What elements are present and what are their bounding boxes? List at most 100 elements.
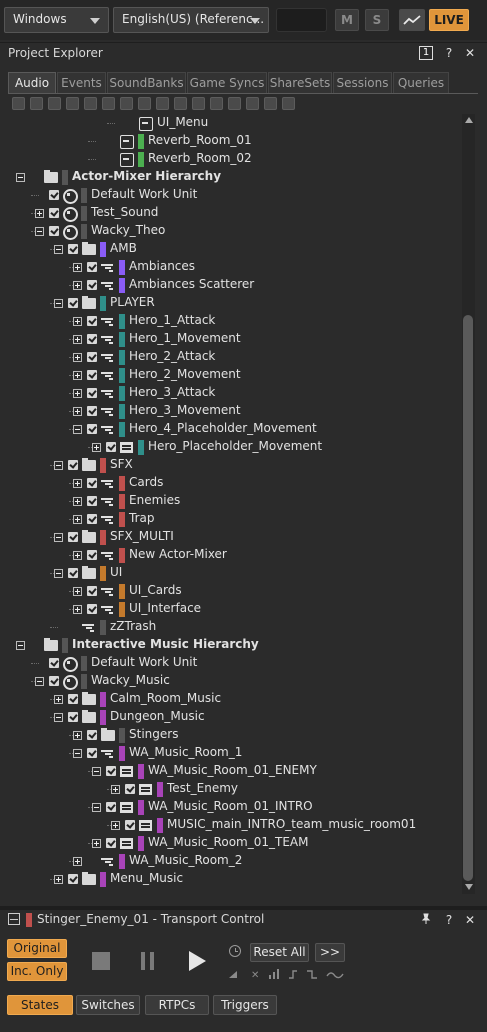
scroll-down-arrow-icon[interactable] [465,884,473,890]
include-checkbox[interactable] [87,496,97,506]
tree-item[interactable]: AMB [8,240,460,258]
expand-icon[interactable] [73,371,82,380]
include-checkbox[interactable] [87,478,97,488]
object-type-filter-icon[interactable] [192,97,205,110]
tree-item[interactable]: Hero_2_Movement [8,366,460,384]
tree-item[interactable]: Actor-Mixer Hierarchy [8,168,460,186]
expand-icon[interactable] [54,695,63,704]
object-type-filter-icon[interactable] [102,97,115,110]
include-checkbox[interactable] [87,748,97,758]
object-type-filter-icon[interactable] [66,97,79,110]
tab-switches[interactable]: Switches [76,995,140,1015]
include-checkbox[interactable] [68,298,78,308]
collapse-icon[interactable] [73,749,82,758]
tab-audio[interactable]: Audio [8,72,56,93]
tab-sessions[interactable]: Sessions [333,72,392,93]
include-checkbox[interactable] [68,460,78,470]
remote-connection-field[interactable] [276,8,327,32]
expand-icon[interactable] [73,353,82,362]
tab-game-syncs[interactable]: Game Syncs [187,72,267,93]
tree-item[interactable]: Hero_3_Attack [8,384,460,402]
include-checkbox[interactable] [87,352,97,362]
include-checkbox[interactable] [49,226,59,236]
tree-item[interactable]: SFX [8,456,460,474]
include-checkbox[interactable] [49,208,59,218]
tree-item[interactable]: PLAYER [8,294,460,312]
inc-only-button[interactable]: Inc. Only [7,962,67,981]
tree-item[interactable]: Hero_3_Movement [8,402,460,420]
include-checkbox[interactable] [49,676,59,686]
expand-icon[interactable] [92,839,101,848]
expand-icon[interactable] [111,821,120,830]
include-checkbox[interactable] [125,784,135,794]
project-tree[interactable]: UI_Menu Reverb_Room_01 Reverb_Room_02 Actor… [8,114,460,894]
tree-item[interactable]: Stingers [8,726,460,744]
object-type-filter-icon[interactable] [84,97,97,110]
include-checkbox[interactable] [87,370,97,380]
include-checkbox[interactable] [49,658,59,668]
include-checkbox[interactable] [68,244,78,254]
expand-icon[interactable] [73,605,82,614]
close-icon[interactable]: ✕ [463,913,477,927]
tab-rtpcs[interactable]: RTPCs [145,995,209,1015]
collapse-icon[interactable] [54,299,63,308]
tree-item[interactable]: UI_Menu [8,114,460,132]
clock-icon[interactable] [229,945,241,957]
expand-icon[interactable] [35,209,44,218]
platform-dropdown[interactable]: Windows [4,7,109,33]
mute-button[interactable]: M [335,9,359,31]
include-checkbox[interactable] [68,874,78,884]
object-type-filter-icon[interactable] [210,97,223,110]
collapse-icon[interactable] [92,803,101,812]
tree-item[interactable]: Wacky_Theo [8,222,460,240]
expand-icon[interactable] [73,551,82,560]
include-checkbox[interactable] [87,586,97,596]
expand-icon[interactable] [73,263,82,272]
tree-item[interactable]: UI_Cards [8,582,460,600]
language-dropdown[interactable]: English(US) (Referenc... [113,7,269,33]
tree-item[interactable]: Ambiances [8,258,460,276]
tree-item[interactable]: WA_Music_Room_2 [8,852,460,870]
tree-item[interactable]: WA_Music_Room_01_ENEMY [8,762,460,780]
tree-item[interactable]: Cards [8,474,460,492]
tree-item[interactable]: SFX_MULTI [8,528,460,546]
object-type-filter-icon[interactable] [156,97,169,110]
include-checkbox[interactable] [106,802,116,812]
tree-item[interactable]: Test_Sound [8,204,460,222]
expand-icon[interactable] [73,857,82,866]
include-checkbox[interactable] [87,604,97,614]
tree-item[interactable]: UI [8,564,460,582]
collapse-icon[interactable] [54,533,63,542]
tab-states[interactable]: States [7,995,73,1015]
solo-button[interactable]: S [365,9,389,31]
object-type-filter-icon[interactable] [228,97,241,110]
object-type-filter-icon[interactable] [120,97,133,110]
scroll-up-arrow-icon[interactable] [465,117,473,123]
object-type-filter-icon[interactable] [282,97,295,110]
expand-icon[interactable] [73,335,82,344]
include-checkbox[interactable] [68,694,78,704]
original-button[interactable]: Original [7,939,67,958]
tree-item[interactable]: Default Work Unit [8,654,460,672]
include-checkbox[interactable] [49,190,59,200]
expand-icon[interactable] [73,479,82,488]
tree-item[interactable]: Hero_1_Movement [8,330,460,348]
tree-item[interactable]: Enemies [8,492,460,510]
tree-item[interactable]: Hero_Placeholder_Movement [8,438,460,456]
include-checkbox[interactable] [87,316,97,326]
include-checkbox[interactable] [87,514,97,524]
object-type-filter-icon[interactable] [264,97,277,110]
include-checkbox[interactable] [106,838,116,848]
tab-soundbanks[interactable]: SoundBanks [107,72,186,93]
more-button[interactable]: >> [315,943,345,962]
expand-icon[interactable] [73,389,82,398]
stop-icon[interactable] [92,952,110,970]
tree-item[interactable]: Reverb_Room_01 [8,132,460,150]
include-checkbox[interactable] [87,334,97,344]
collapse-icon[interactable] [92,767,101,776]
tree-item[interactable]: WA_Music_Room_1 [8,744,460,762]
tab-triggers[interactable]: Triggers [213,995,277,1015]
collapse-icon[interactable] [16,641,25,650]
play-icon[interactable] [189,951,206,971]
collapse-icon[interactable] [54,569,63,578]
